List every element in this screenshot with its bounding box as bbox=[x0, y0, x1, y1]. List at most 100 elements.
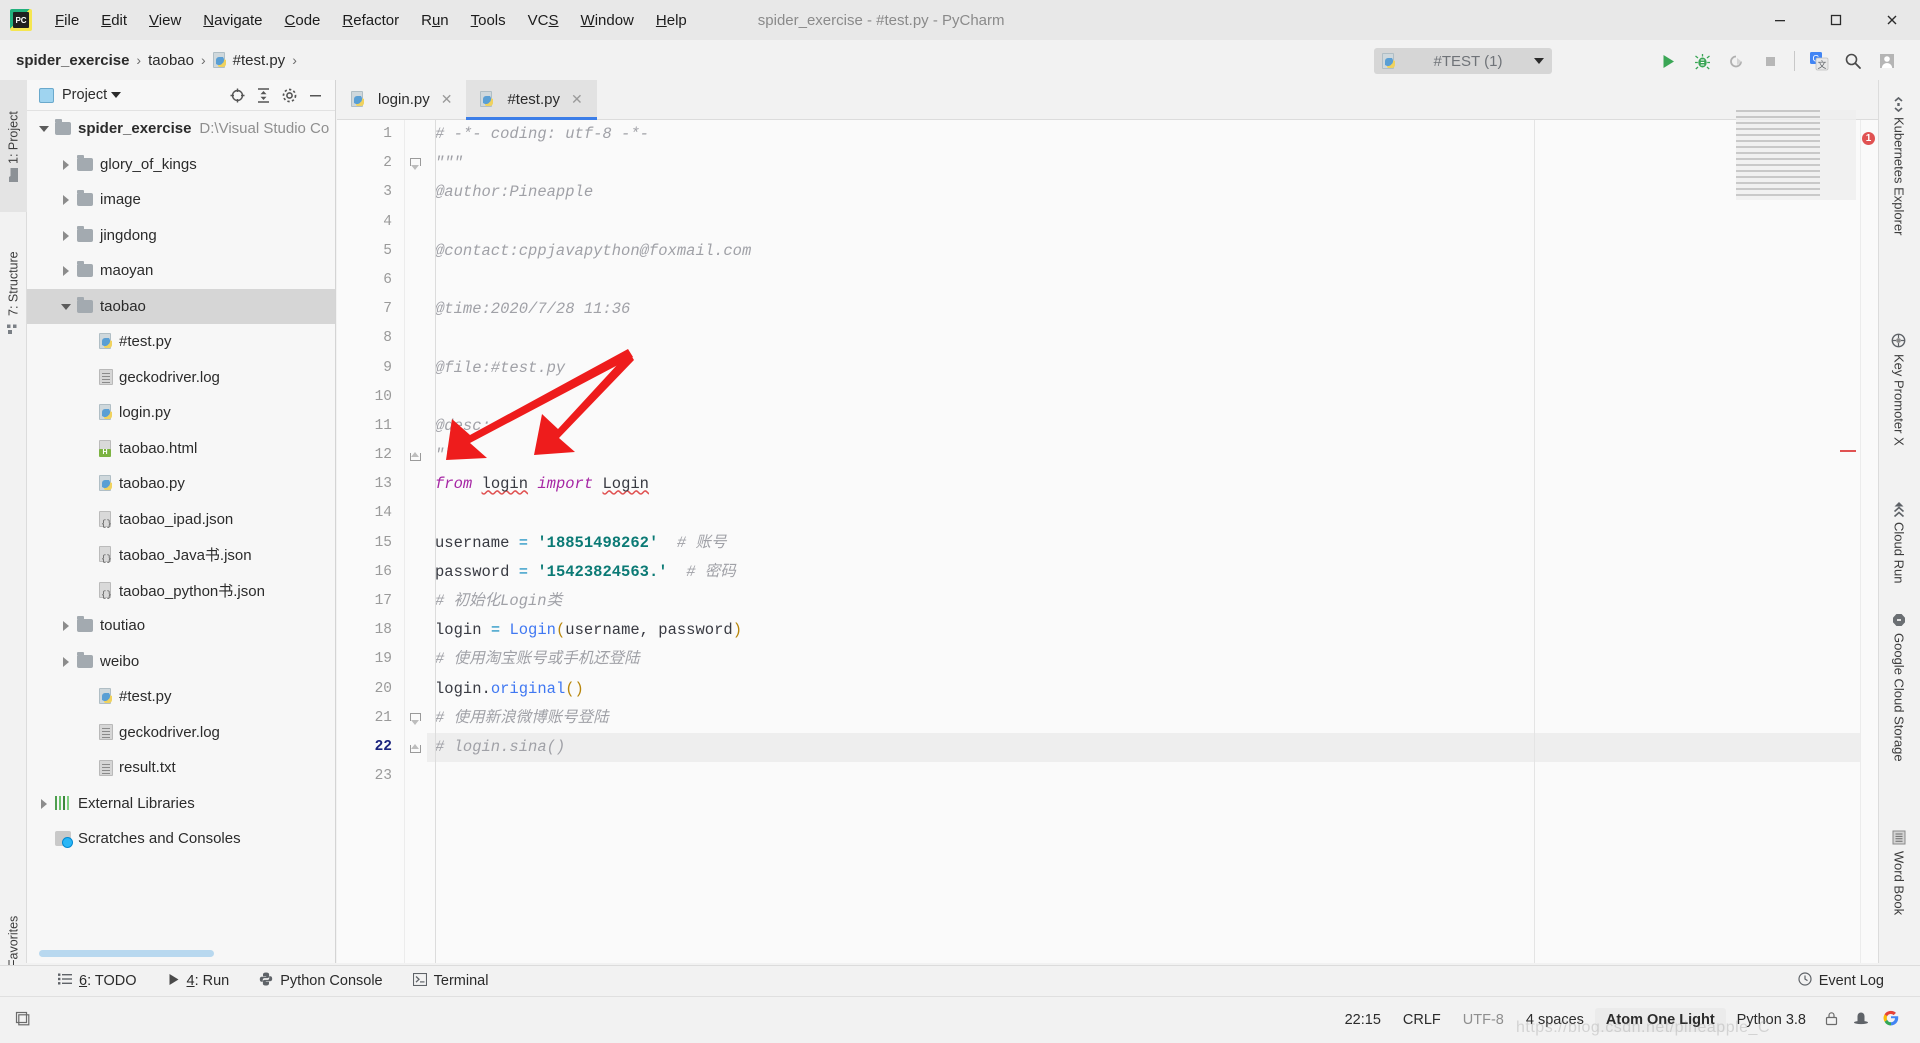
tool-button-terminal[interactable]: Terminal bbox=[401, 970, 501, 993]
line-number[interactable]: 11 bbox=[337, 412, 404, 441]
maximize-button[interactable] bbox=[1808, 0, 1864, 40]
color-scheme[interactable]: Atom One Light bbox=[1594, 1008, 1726, 1032]
tree-expand-toggle[interactable] bbox=[61, 194, 72, 206]
line-separator[interactable]: CRLF bbox=[1392, 1008, 1452, 1032]
code-editor[interactable]: 1 2 3 4 5 6 7 8 9 10 11 12 13 14 15 16 17 18 19 20 21 22 23 # … bbox=[337, 120, 1878, 963]
tool-button-python-console[interactable]: Python Console bbox=[247, 969, 394, 993]
code-line[interactable] bbox=[427, 208, 1878, 237]
line-number[interactable]: 21 bbox=[337, 704, 404, 733]
line-number[interactable]: 2 bbox=[337, 149, 404, 178]
file-encoding[interactable]: UTF-8 bbox=[1452, 1008, 1515, 1032]
sidebar-item-google-cloud-storage[interactable]: Google Cloud Storage bbox=[1878, 605, 1920, 855]
tree-expand-toggle[interactable] bbox=[39, 798, 50, 809]
code-line[interactable]: login = Login(username, password) bbox=[427, 616, 1878, 645]
line-number[interactable]: 5 bbox=[337, 237, 404, 266]
code-line[interactable]: """ bbox=[427, 441, 1878, 470]
code-line[interactable]: # login.sina() bbox=[427, 732, 1878, 763]
tree-node[interactable]: maoyan bbox=[27, 253, 335, 289]
tree-node[interactable]: taobao.py bbox=[27, 466, 335, 502]
chevron-down-icon[interactable] bbox=[1534, 58, 1544, 64]
gear-icon[interactable] bbox=[278, 84, 301, 107]
close-icon[interactable]: ✕ bbox=[441, 91, 453, 108]
tree-expand-toggle[interactable] bbox=[61, 656, 72, 667]
caret-position[interactable]: 22:15 bbox=[1334, 1008, 1392, 1032]
project-tree[interactable]: spider_exercise D:\Visual Studio Co glory_… bbox=[27, 111, 335, 941]
line-number[interactable]: 19 bbox=[337, 645, 404, 674]
line-number[interactable]: 15 bbox=[337, 529, 404, 558]
sidebar-item-kubernetes-explorer[interactable]: Kubernetes Explorer bbox=[1878, 90, 1920, 315]
tree-node[interactable]: #test.py bbox=[27, 324, 335, 360]
run-configuration-selector[interactable]: #TEST (1) bbox=[1374, 48, 1552, 74]
tree-node[interactable]: taobao_python书.json bbox=[27, 573, 335, 609]
tree-expand-toggle[interactable] bbox=[61, 301, 72, 312]
project-panel-scrollbar[interactable] bbox=[39, 950, 214, 957]
editor-tab-login-py[interactable]: login.py ✕ bbox=[337, 80, 466, 119]
line-number[interactable]: 14 bbox=[337, 499, 404, 528]
inspection-hat-icon-button[interactable] bbox=[1846, 1007, 1876, 1034]
code-line[interactable]: @desc: bbox=[427, 412, 1878, 441]
menu-item-help[interactable]: Help bbox=[645, 8, 698, 33]
code-minimap[interactable] bbox=[1736, 110, 1856, 200]
hide-panel-button[interactable] bbox=[304, 84, 327, 107]
breadcrumb-item-0[interactable]: spider_exercise bbox=[16, 52, 129, 69]
editor-tab--test-py[interactable]: #test.py ✕ bbox=[466, 80, 597, 120]
code-line[interactable]: from login import Login bbox=[427, 470, 1878, 499]
code-line[interactable] bbox=[427, 324, 1878, 353]
debug-button[interactable] bbox=[1687, 46, 1717, 76]
google-icon-button[interactable] bbox=[1876, 1006, 1906, 1034]
code-fold-toggle[interactable] bbox=[410, 450, 421, 462]
tree-node[interactable]: spider_exercise D:\Visual Studio Co bbox=[27, 111, 335, 147]
sidebar-item-structure[interactable]: 7: Structure bbox=[0, 218, 27, 368]
code-line[interactable]: @time:2020/7/28 11:36 bbox=[427, 295, 1878, 324]
close-button[interactable] bbox=[1864, 0, 1920, 40]
line-number[interactable]: 23 bbox=[337, 762, 404, 791]
code-content[interactable]: # -*- coding: utf-8 -*- """ @author:Pineap… bbox=[427, 120, 1878, 963]
code-line[interactable]: # 使用新浪微博账号登陆 bbox=[427, 704, 1878, 733]
code-line[interactable]: # -*- coding: utf-8 -*- bbox=[427, 120, 1878, 149]
google-translate-button[interactable]: G 文 bbox=[1804, 46, 1834, 76]
python-interpreter[interactable]: Python 3.8 bbox=[1726, 1008, 1817, 1032]
minimize-button[interactable] bbox=[1752, 0, 1808, 40]
tree-node[interactable]: geckodriver.log bbox=[27, 715, 335, 751]
code-line[interactable] bbox=[427, 499, 1878, 528]
menu-item-tools[interactable]: Tools bbox=[460, 8, 517, 33]
menu-item-file[interactable]: File bbox=[44, 8, 90, 33]
line-number[interactable]: 3 bbox=[337, 178, 404, 207]
code-fold-toggle[interactable] bbox=[410, 742, 421, 754]
code-line[interactable]: """ bbox=[427, 149, 1878, 178]
close-icon[interactable]: ✕ bbox=[571, 91, 583, 108]
menu-item-navigate[interactable]: Navigate bbox=[192, 8, 273, 33]
tool-button-event-log[interactable]: Event Log bbox=[1786, 969, 1896, 993]
tree-node[interactable]: image bbox=[27, 182, 335, 218]
tree-node[interactable]: result.txt bbox=[27, 750, 335, 786]
sidebar-item-word-book[interactable]: Word Book bbox=[1878, 822, 1920, 967]
tree-expand-toggle[interactable] bbox=[39, 123, 50, 134]
tree-node[interactable]: #test.py bbox=[27, 679, 335, 715]
tree-node[interactable]: External Libraries bbox=[27, 786, 335, 822]
show-tool-windows-button[interactable] bbox=[8, 1006, 37, 1035]
stop-button[interactable] bbox=[1755, 46, 1785, 76]
breadcrumb-item-1[interactable]: taobao bbox=[148, 52, 194, 69]
line-number[interactable]: 9 bbox=[337, 354, 404, 383]
line-number[interactable]: 16 bbox=[337, 558, 404, 587]
search-everywhere-button[interactable] bbox=[1838, 46, 1868, 76]
indent-setting[interactable]: 4 spaces bbox=[1515, 1008, 1595, 1032]
sidebar-item-project[interactable]: 1: Project bbox=[0, 80, 27, 212]
tree-expand-toggle[interactable] bbox=[61, 265, 72, 277]
select-opened-file-button[interactable] bbox=[226, 84, 249, 107]
menu-item-vcs[interactable]: VCS bbox=[517, 8, 570, 33]
account-button[interactable] bbox=[1872, 46, 1902, 76]
menu-item-run[interactable]: Run bbox=[410, 8, 460, 33]
collapse-all-button[interactable] bbox=[252, 84, 275, 107]
sidebar-item-cloud-run[interactable]: Cloud Run bbox=[1878, 495, 1920, 615]
code-line[interactable]: @contact:cppjavapython@foxmail.com bbox=[427, 237, 1878, 266]
code-line[interactable]: login.original() bbox=[427, 675, 1878, 704]
line-number[interactable]: 13 bbox=[337, 470, 404, 499]
line-number[interactable]: 10 bbox=[337, 383, 404, 412]
tree-expand-toggle[interactable] bbox=[61, 230, 72, 241]
breadcrumb-item-2[interactable]: #test.py bbox=[212, 51, 285, 69]
code-line[interactable] bbox=[427, 383, 1878, 412]
warning-marker[interactable] bbox=[1840, 450, 1856, 452]
tree-node[interactable]: jingdong bbox=[27, 218, 335, 254]
tree-node[interactable]: toutiao bbox=[27, 608, 335, 644]
